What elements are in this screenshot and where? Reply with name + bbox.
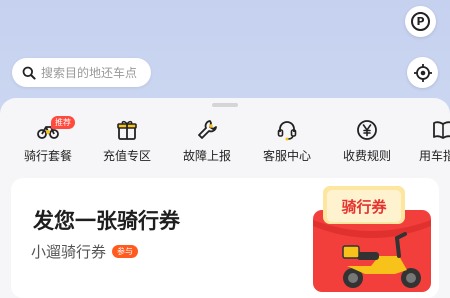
- locate-button[interactable]: [407, 57, 438, 88]
- shortcut-label: 收费规则: [342, 149, 391, 163]
- parking-button[interactable]: P: [405, 6, 436, 37]
- search-bar[interactable]: 搜索目的地还车点: [12, 58, 151, 87]
- shortcut-label: 充值专区: [102, 149, 151, 163]
- promo-card[interactable]: 发您一张骑行券 小遛骑行券 参与 骑行券: [11, 178, 439, 298]
- shortcut-bar: 推荐 骑行套餐 充值专区 故障上报 客服中心 收费规则 用车指: [0, 116, 450, 172]
- shortcut-label: 故障上报: [182, 149, 231, 163]
- headset-icon: [277, 121, 297, 141]
- shortcut-label: 用车指南: [418, 149, 450, 163]
- shortcut-label: 骑行套餐: [23, 149, 72, 163]
- search-placeholder: 搜索目的地还车点: [41, 66, 138, 80]
- parking-label: P: [416, 15, 425, 28]
- parking-icon: P: [411, 12, 430, 31]
- wrench-icon: [198, 120, 217, 139]
- yen-icon: [357, 120, 377, 140]
- shortcut-customer-service[interactable]: 客服中心: [252, 116, 322, 166]
- shortcut-riding-package[interactable]: 推荐 骑行套餐: [13, 116, 83, 166]
- participate-tag[interactable]: 参与: [112, 245, 139, 258]
- shortcut-fault-report[interactable]: 故障上报: [172, 116, 242, 166]
- coupon-scooter-illustration: 骑行券: [313, 186, 431, 292]
- promo-subtitle: 小遛骑行券: [31, 243, 107, 261]
- recommend-badge: 推荐: [51, 116, 75, 129]
- gift-icon: [117, 120, 137, 140]
- promo-subtitle-row: 小遛骑行券 参与: [31, 241, 139, 262]
- shortcut-recharge[interactable]: 充值专区: [92, 116, 162, 166]
- sheet-drag-handle[interactable]: [212, 103, 238, 107]
- locate-icon: [413, 63, 432, 82]
- bottom-sheet: 推荐 骑行套餐 充值专区 故障上报 客服中心 收费规则 用车指 发您一张骑行券 …: [0, 98, 450, 298]
- book-icon: [433, 121, 450, 139]
- shortcut-fee-rules[interactable]: 收费规则: [332, 116, 402, 166]
- shortcut-label: 客服中心: [262, 149, 311, 163]
- promo-title: 发您一张骑行券: [33, 209, 180, 233]
- coupon-text: 骑行券: [341, 198, 387, 216]
- map-area[interactable]: [0, 0, 450, 110]
- search-icon: [22, 66, 36, 80]
- shortcut-guide[interactable]: 用车指南: [408, 116, 450, 166]
